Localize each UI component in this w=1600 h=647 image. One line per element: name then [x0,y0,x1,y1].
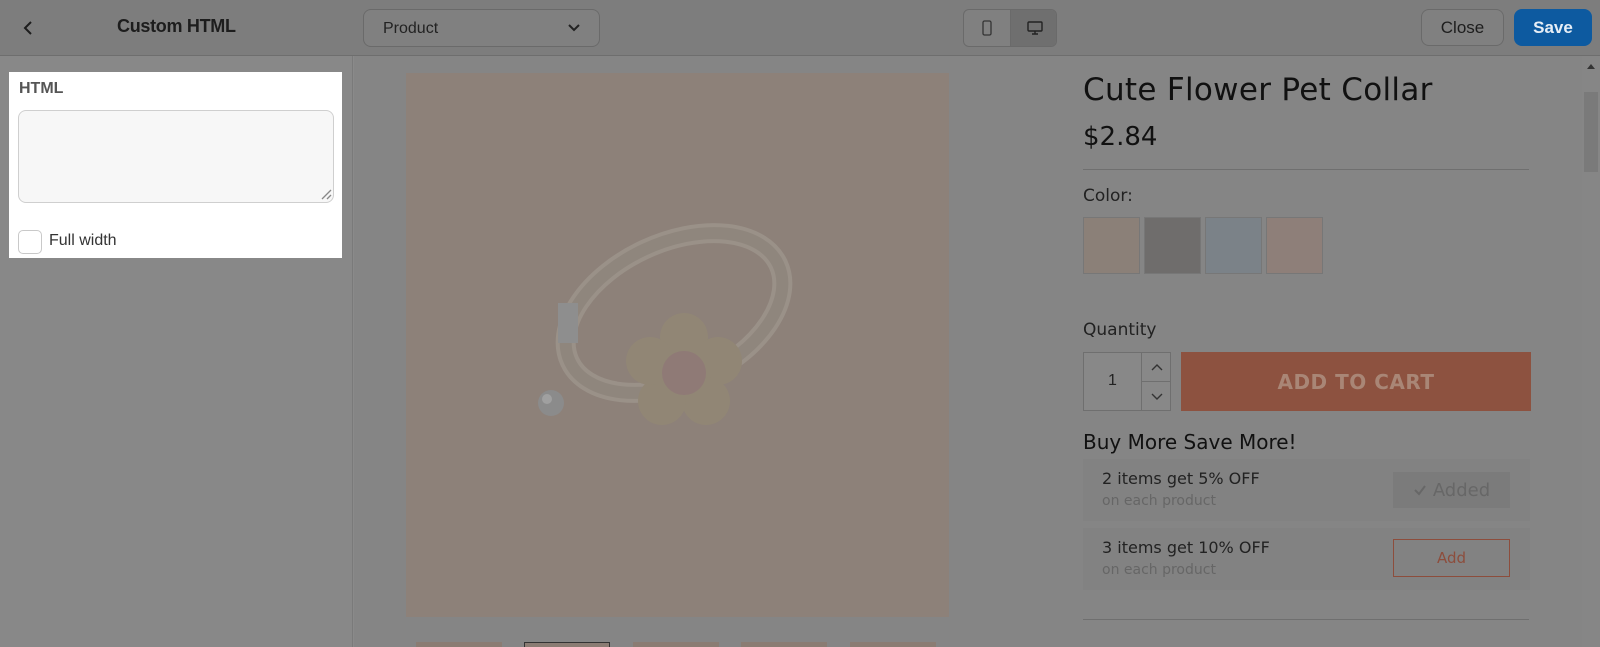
color-swatch-black[interactable] [1144,217,1201,274]
store-preview: Cute Flower Pet Collar $2.84 Color: Quan… [354,56,1600,647]
page-title: Custom HTML [117,16,236,36]
close-button[interactable]: Close [1421,9,1504,46]
chevron-down-icon [1151,393,1162,400]
chevron-up-icon [1151,364,1162,371]
tier-add-button[interactable]: Add [1393,539,1510,577]
save-button[interactable]: Save [1514,9,1592,46]
html-label: HTML [19,80,64,97]
thumbnail[interactable] [524,642,610,647]
color-label: Color: [1083,186,1133,206]
bundle-tier: 2 items get 5% OFF on each product Added [1083,459,1530,521]
desktop-view-button[interactable] [1011,10,1056,46]
quantity-increase-button[interactable] [1141,353,1171,382]
bundle-tier: 3 items get 10% OFF on each product Add [1083,528,1530,590]
page-type-value: Product [383,20,439,37]
check-icon [1414,485,1426,496]
divider [1083,169,1529,170]
add-to-cart-button[interactable]: ADD TO CART [1181,352,1531,411]
thumbnail[interactable] [416,642,502,647]
tier-subtitle: on each product [1102,562,1216,578]
quantity-stepper: 1 [1083,352,1171,411]
back-button[interactable] [14,14,42,42]
tier-added-button[interactable]: Added [1393,472,1510,508]
color-swatch-pink[interactable] [1266,217,1323,274]
quantity-decrease-button[interactable] [1141,382,1171,411]
scrollbar-thumb[interactable] [1584,92,1598,172]
chevron-left-icon [23,21,32,35]
product-main-image[interactable] [406,73,949,617]
html-code-input[interactable] [18,110,334,203]
top-bar: Custom HTML Product Close Save [0,0,1600,56]
tier-subtitle: on each product [1102,493,1216,509]
thumbnail[interactable] [633,642,719,647]
thumbnail[interactable] [741,642,827,647]
scroll-up-icon[interactable] [1586,62,1596,70]
collar-image [538,223,793,425]
thumbnail[interactable] [850,642,936,647]
thumbnail-strip [416,642,936,647]
html-settings-card: HTML Full width [9,72,342,258]
chevron-down-icon [568,24,580,32]
color-swatch-blue[interactable] [1205,217,1262,274]
bundle-title: Buy More Save More! [1083,430,1297,454]
tier-title: 2 items get 5% OFF [1102,469,1260,488]
preview-scrollbar[interactable] [1582,56,1600,647]
full-width-checkbox[interactable] [18,230,42,254]
mobile-icon [982,20,992,36]
quantity-input[interactable]: 1 [1084,372,1141,390]
device-toggle [963,9,1057,47]
mobile-view-button[interactable] [964,10,1011,46]
tier-added-label: Added [1432,479,1491,501]
page-type-select[interactable]: Product [363,9,600,47]
tier-title: 3 items get 10% OFF [1102,538,1270,557]
product-title: Cute Flower Pet Collar [1083,72,1433,108]
desktop-icon [1026,21,1043,35]
color-swatch-cream[interactable] [1083,217,1140,274]
product-price: $2.84 [1083,122,1158,152]
quantity-label: Quantity [1083,320,1157,340]
divider [1083,619,1529,620]
settings-panel: HTML Full width [0,56,353,647]
resize-handle-icon[interactable] [320,188,332,200]
full-width-label: Full width [49,232,117,249]
